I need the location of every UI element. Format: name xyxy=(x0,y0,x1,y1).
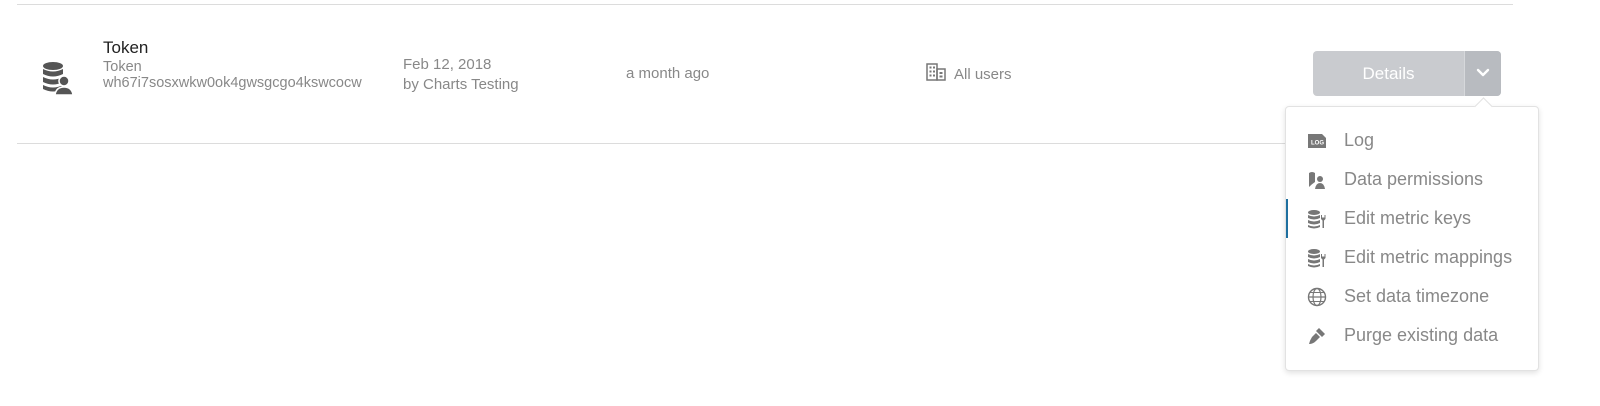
created-info: Feb 12, 2018 by Charts Testing xyxy=(403,55,519,95)
menu-item-label: Log xyxy=(1344,130,1375,150)
log-icon: LOG xyxy=(1307,131,1327,151)
menu-item-set-data-timezone[interactable]: Set data timezone xyxy=(1286,277,1538,316)
datasource-name[interactable]: Token xyxy=(103,37,378,59)
svg-text:LOG: LOG xyxy=(1311,140,1324,146)
datasource-token-id: wh67i7sosxwkw0ok4gwsgcgo4kswcocw xyxy=(103,75,362,91)
menu-item-label: Edit metric keys xyxy=(1344,208,1472,228)
menu-item-edit-metric-mappings[interactable]: Edit metric mappings xyxy=(1286,238,1538,277)
globe-icon xyxy=(1307,287,1327,307)
details-dropdown-menu: LOG Log Data permissions Edit metric key… xyxy=(1285,97,1539,371)
menu-list: LOG Log Data permissions Edit metric key… xyxy=(1286,121,1538,355)
details-dropdown-toggle[interactable] xyxy=(1464,51,1501,96)
datasource-type: Token xyxy=(103,59,142,75)
menu-item-data-permissions[interactable]: Data permissions xyxy=(1286,160,1538,199)
created-by: by Charts Testing xyxy=(403,76,519,93)
menu-item-label: Data permissions xyxy=(1344,169,1484,189)
menu-item-edit-metric-keys[interactable]: Edit metric keys xyxy=(1286,199,1538,238)
database-wrench-icon xyxy=(1307,248,1327,268)
created-date: Feb 12, 2018 xyxy=(403,56,492,73)
brush-icon xyxy=(1307,326,1327,346)
database-user-icon xyxy=(42,61,74,97)
details-split-button: Details xyxy=(1313,51,1501,96)
database-wrench-icon xyxy=(1307,209,1327,229)
menu-item-label: Edit metric mappings xyxy=(1344,247,1513,267)
access-label: All users xyxy=(954,66,1012,83)
access-info: All users xyxy=(926,63,1012,86)
menu-item-label: Set data timezone xyxy=(1344,286,1490,306)
datasource-name-column: Token Token wh67i7sosxwkw0ok4gwsgcgo4ksw… xyxy=(103,37,378,91)
key-user-icon xyxy=(1307,170,1327,190)
menu-item-log[interactable]: LOG Log xyxy=(1286,121,1538,160)
building-icon xyxy=(926,63,946,86)
updated-time: a month ago xyxy=(626,65,710,82)
chevron-down-icon xyxy=(1476,65,1490,83)
menu-item-label: Purge existing data xyxy=(1344,325,1499,345)
menu-item-purge-existing-data[interactable]: Purge existing data xyxy=(1286,316,1538,355)
details-button[interactable]: Details xyxy=(1313,51,1464,96)
